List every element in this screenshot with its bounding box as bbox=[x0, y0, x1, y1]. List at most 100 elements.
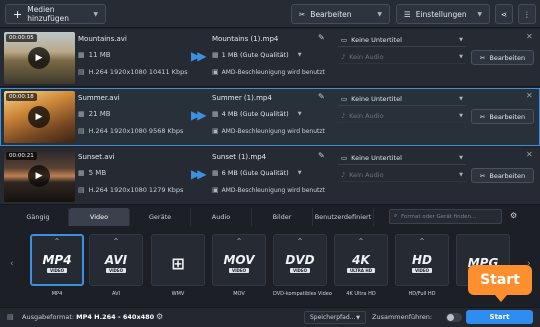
save-path-dropdown[interactable]: Speicherpfad... ▼ bbox=[304, 311, 366, 324]
video-thumbnail[interactable]: 00:00:05 ▶ bbox=[4, 32, 75, 84]
format-carousel: ‹ ^ MP4 VIDEO MP4 ^ AVI VIDEO AVI ⊞ WMV bbox=[0, 229, 540, 307]
video-thumbnail[interactable]: 00:00:21 ▶ bbox=[4, 150, 75, 202]
row-edit-label: Bearbeiten bbox=[489, 171, 526, 180]
duration-badge: 00:00:05 bbox=[6, 34, 37, 42]
convert-arrow-icon: ▶▶ bbox=[191, 167, 207, 181]
tab-images[interactable]: Bilder bbox=[252, 208, 313, 226]
play-icon[interactable]: ▶ bbox=[28, 165, 50, 187]
subtitle-dropdown[interactable]: ▭ Keine Untertitel ▼ bbox=[338, 34, 466, 47]
chevron-down-icon: ▼ bbox=[297, 52, 302, 58]
audio-dropdown[interactable]: ♪ Kein Audio ▼ bbox=[338, 51, 466, 64]
save-path-label: Speicherpfad... bbox=[310, 314, 356, 321]
format-4k[interactable]: ^ 4K ULTRA HD 4K Ultra HD bbox=[334, 234, 388, 297]
hw-accel-label: AMD-Beschleunigung wird benutzt bbox=[221, 127, 325, 135]
share-icon: ⋖ bbox=[500, 9, 508, 19]
output-name[interactable]: Summer (1).mp4 bbox=[212, 94, 272, 102]
format-label: HD/Full HD bbox=[408, 291, 436, 297]
file-size: 5 MB bbox=[88, 169, 107, 177]
tab-common[interactable]: Gängig bbox=[8, 208, 69, 226]
output-size-dropdown[interactable]: ▦ 6 MB (Gute Qualität) ▼ bbox=[212, 169, 302, 177]
tab-custom[interactable]: Benutzerdefiniert bbox=[313, 208, 374, 226]
subtitle-value: Keine Untertitel bbox=[351, 36, 402, 44]
tab-devices[interactable]: Geräte bbox=[130, 208, 191, 226]
format-hd[interactable]: ^ HD VIDEO HD/Full HD bbox=[395, 234, 449, 297]
format-tag: ULTRA HD bbox=[346, 268, 376, 273]
subtitle-value: Keine Untertitel bbox=[351, 154, 402, 162]
format-mp4[interactable]: ^ MP4 VIDEO MP4 bbox=[30, 234, 84, 297]
format-avi[interactable]: ^ AVI VIDEO AVI bbox=[89, 234, 143, 297]
audio-dropdown[interactable]: ♪ Kein Audio ▼ bbox=[338, 169, 466, 182]
file-name: Summer.avi bbox=[78, 94, 120, 102]
close-icon[interactable]: ✕ bbox=[526, 91, 533, 100]
chevron-down-icon: ▼ bbox=[459, 155, 463, 161]
codec-info: H.264 1920x1080 1279 Kbps bbox=[88, 186, 184, 194]
format-search-input[interactable]: ⌕ Format oder Gerät finden... bbox=[389, 209, 502, 224]
codec-line: ▤ H.264 1920x1080 9568 Kbps bbox=[78, 127, 183, 135]
hw-accel-label: AMD-Beschleunigung wird benutzt bbox=[221, 68, 325, 76]
format-settings-icon[interactable]: ⚙ bbox=[510, 211, 517, 220]
share-button[interactable]: ⋖ bbox=[495, 4, 513, 24]
file-size: 11 MB bbox=[88, 51, 111, 59]
format-card: ^ DVD VIDEO bbox=[273, 234, 327, 286]
add-media-button[interactable]: + Medien hinzufügen ▼ bbox=[5, 4, 106, 24]
convert-arrow-icon: ▶▶ bbox=[191, 49, 207, 63]
row-edit-label: Bearbeiten bbox=[489, 112, 526, 121]
merge-label: Zusammenführen: bbox=[372, 313, 433, 321]
row-edit-button[interactable]: ✂ Bearbeiten bbox=[471, 168, 534, 183]
audio-icon: ♪ bbox=[341, 112, 346, 120]
file-row[interactable]: 00:00:21 ▶ Sunset.avi ▦ 5 MB ▤ H.264 1920x… bbox=[0, 147, 540, 205]
search-placeholder: Format oder Gerät finden... bbox=[401, 213, 477, 220]
chevron-down-icon: ▼ bbox=[459, 37, 463, 43]
format-panel: Gängig Video Geräte Audio Bilder Benutze… bbox=[0, 205, 540, 307]
pencil-icon[interactable]: ✎ bbox=[318, 92, 325, 101]
hw-accel-info: ▣ AMD-Beschleunigung wird benutzt bbox=[212, 68, 325, 76]
output-size-dropdown[interactable]: ▦ 1 MB (Gute Qualität) ▼ bbox=[212, 51, 302, 59]
output-format-info: Ausgabeformat: MP4 H.264 - 640x480 bbox=[22, 313, 154, 321]
file-icon: ▦ bbox=[78, 169, 85, 177]
subtitle-icon: ▭ bbox=[341, 36, 348, 44]
convert-arrow-icon: ▶▶ bbox=[191, 108, 207, 122]
format-card: ⊞ bbox=[151, 234, 205, 286]
output-name[interactable]: Sunset (1).mp4 bbox=[212, 153, 266, 161]
file-row[interactable]: 00:00:18 ▶ Summer.avi ▦ 21 MB ▤ H.264 1920… bbox=[0, 88, 540, 146]
format-dvd[interactable]: ^ DVD VIDEO DVD-kompatibles Video bbox=[273, 234, 332, 297]
output-size: 1 MB (Gute Qualität) bbox=[221, 51, 289, 59]
subtitle-value: Keine Untertitel bbox=[351, 95, 402, 103]
row-edit-button[interactable]: ✂ Bearbeiten bbox=[471, 109, 534, 124]
chevron-down-icon: ▼ bbox=[459, 113, 463, 119]
merge-toggle[interactable] bbox=[446, 313, 462, 322]
audio-icon: ♪ bbox=[341, 171, 346, 179]
close-icon[interactable]: ✕ bbox=[526, 150, 533, 159]
settings-button[interactable]: ☰ Einstellungen ▼ bbox=[396, 4, 490, 24]
tab-video[interactable]: Video bbox=[69, 208, 130, 226]
audio-dropdown[interactable]: ♪ Kein Audio ▼ bbox=[338, 110, 466, 123]
scissors-icon: ✂ bbox=[479, 53, 486, 62]
close-icon[interactable]: ✕ bbox=[526, 32, 533, 41]
video-thumbnail[interactable]: 00:00:18 ▶ bbox=[4, 91, 75, 143]
chevron-left-icon[interactable]: ‹ bbox=[10, 259, 14, 269]
play-icon[interactable]: ▶ bbox=[28, 106, 50, 128]
pencil-icon[interactable]: ✎ bbox=[318, 151, 325, 160]
format-tabs: Gängig Video Geräte Audio Bilder Benutze… bbox=[8, 208, 374, 226]
tab-audio[interactable]: Audio bbox=[191, 208, 252, 226]
subtitle-dropdown[interactable]: ▭ Keine Untertitel ▼ bbox=[338, 152, 466, 165]
main-toolbar: + Medien hinzufügen ▼ ✂ Bearbeiten ▼ ☰ E… bbox=[0, 0, 540, 28]
file-size: 21 MB bbox=[88, 110, 111, 118]
format-label: 4K Ultra HD bbox=[346, 291, 376, 297]
pencil-icon[interactable]: ✎ bbox=[318, 33, 325, 42]
format-wmv[interactable]: ⊞ WMV bbox=[151, 234, 205, 297]
scissors-icon: ✂ bbox=[299, 9, 306, 19]
subtitle-dropdown[interactable]: ▭ Keine Untertitel ▼ bbox=[338, 93, 466, 106]
subtitle-icon: ▭ bbox=[341, 154, 348, 162]
more-menu-button[interactable]: ⋮ bbox=[518, 4, 536, 24]
file-icon: ▦ bbox=[78, 110, 85, 118]
gear-icon[interactable]: ⚙ bbox=[156, 312, 163, 321]
edit-button[interactable]: ✂ Bearbeiten ▼ bbox=[291, 4, 390, 24]
output-name[interactable]: Mountains (1).mp4 bbox=[212, 35, 278, 43]
row-edit-button[interactable]: ✂ Bearbeiten bbox=[471, 50, 534, 65]
output-size-dropdown[interactable]: ▦ 4 MB (Gute Qualität) ▼ bbox=[212, 110, 302, 118]
file-row[interactable]: 00:00:05 ▶ Mountains.avi ▦ 11 MB ▤ H.264 1… bbox=[0, 29, 540, 87]
format-mov[interactable]: ^ MOV VIDEO MOV bbox=[212, 234, 266, 297]
start-button[interactable]: Start bbox=[466, 310, 533, 324]
play-icon[interactable]: ▶ bbox=[28, 47, 50, 69]
